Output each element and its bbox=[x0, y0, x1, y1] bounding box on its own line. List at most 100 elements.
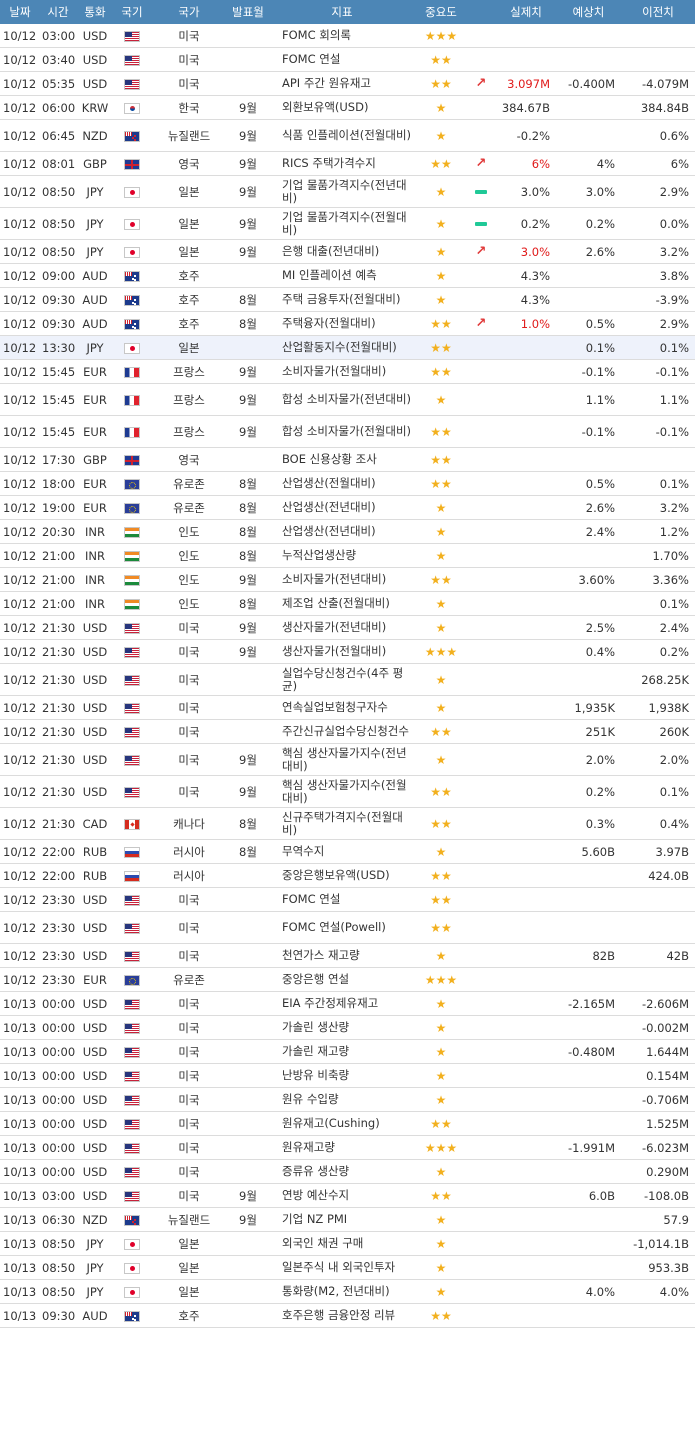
event-indicator[interactable]: 중앙은행보유액(USD) bbox=[268, 863, 416, 888]
event-indicator[interactable]: 기업 물품가격지수(전년대비) bbox=[268, 175, 416, 208]
event-indicator[interactable]: FOMC 연설 bbox=[268, 47, 416, 72]
event-indicator[interactable]: 산업활동지수(전월대비) bbox=[268, 335, 416, 360]
event-indicator[interactable]: 산업생산(전년대비) bbox=[268, 519, 416, 544]
table-row[interactable]: 10/12 06:45 NZD 뉴질랜드 9월 식품 인플레이션(전월대비) ★ -0.2% 0… bbox=[0, 119, 695, 152]
table-row[interactable]: 10/12 08:50 JPY 일본 9월 기업 물품가격지수(전년대비) ★ 3.0% 3.0… bbox=[0, 175, 695, 208]
event-indicator[interactable]: 원유재고량 bbox=[268, 1135, 416, 1160]
event-indicator[interactable]: 천연가스 재고량 bbox=[268, 943, 416, 968]
event-indicator[interactable]: 연속실업보험청구자수 bbox=[268, 695, 416, 720]
table-row[interactable]: 10/12 17:30 GBP 영국 BOE 신용상황 조사 ★★ bbox=[0, 447, 695, 472]
event-indicator[interactable]: 가솔린 생산량 bbox=[268, 1015, 416, 1040]
event-indicator[interactable]: 누적산업생산량 bbox=[268, 543, 416, 568]
table-row[interactable]: 10/12 15:45 EUR 프랑스 9월 합성 소비자물가(전월대비) ★★ -0.1% -… bbox=[0, 415, 695, 448]
event-indicator[interactable]: 연방 예산수지 bbox=[268, 1183, 416, 1208]
event-indicator[interactable]: 기업 물품가격지수(전월대비) bbox=[268, 207, 416, 240]
event-indicator[interactable]: 핵심 생산자물가지수(전월대비) bbox=[268, 775, 416, 808]
table-row[interactable]: 10/13 08:50 JPY 일본 외국인 채권 구매 ★ -1,014.1B bbox=[0, 1231, 695, 1256]
event-indicator[interactable]: RICS 주택가격수지 bbox=[268, 151, 416, 176]
event-indicator[interactable]: 생산자물가(전년대비) bbox=[268, 615, 416, 640]
header-actual[interactable]: 실제치 bbox=[496, 0, 556, 24]
table-row[interactable]: 10/13 03:00 USD 미국 9월 연방 예산수지 ★★ 6.0B -108.0B bbox=[0, 1183, 695, 1208]
table-row[interactable]: 10/12 23:30 USD 미국 천연가스 재고량 ★ 82B 42B bbox=[0, 943, 695, 968]
event-indicator[interactable]: API 주간 원유재고 bbox=[268, 71, 416, 96]
table-row[interactable]: 10/12 22:00 RUB 러시아 8월 무역수지 ★ 5.60B 3.97B bbox=[0, 839, 695, 864]
table-row[interactable]: 10/13 00:00 USD 미국 가솔린 재고량 ★ -0.480M 1.644M bbox=[0, 1039, 695, 1064]
event-indicator[interactable]: 난방유 비축량 bbox=[268, 1063, 416, 1088]
event-indicator[interactable]: 신규주택가격지수(전월대비) bbox=[268, 807, 416, 840]
table-row[interactable]: 10/12 08:01 GBP 영국 9월 RICS 주택가격수지 ★★ ↗ 6% 4% 6% bbox=[0, 151, 695, 176]
table-row[interactable]: 10/13 00:00 USD 미국 증류유 생산량 ★ 0.290M bbox=[0, 1159, 695, 1184]
table-row[interactable]: 10/12 21:30 USD 미국 9월 생산자물가(전월대비) ★★★ 0.4% 0.2% bbox=[0, 639, 695, 664]
table-row[interactable]: 10/12 09:30 AUD 호주 8월 주택 금융투자(전월대비) ★ 4.3% -3.9% bbox=[0, 287, 695, 312]
header-date[interactable]: 날짜 bbox=[0, 0, 40, 24]
event-indicator[interactable]: 외환보유액(USD) bbox=[268, 95, 416, 120]
table-row[interactable]: 10/12 19:00 EUR 유로존 8월 산업생산(전년대비) ★ 2.6% 3.2% bbox=[0, 495, 695, 520]
table-row[interactable]: 10/12 08:50 JPY 일본 9월 은행 대출(전년대비) ★ ↗ 3.0% 2.6% 3.… bbox=[0, 239, 695, 264]
event-indicator[interactable]: 증류유 생산량 bbox=[268, 1159, 416, 1184]
event-indicator[interactable]: 산업생산(전년대비) bbox=[268, 495, 416, 520]
table-row[interactable]: 10/12 21:00 INR 인도 8월 제조업 산출(전월대비) ★ 0.1% bbox=[0, 591, 695, 616]
event-indicator[interactable]: 소비자물가(전년대비) bbox=[268, 567, 416, 592]
event-indicator[interactable]: 제조업 산출(전월대비) bbox=[268, 591, 416, 616]
table-row[interactable]: 10/12 21:30 USD 미국 9월 핵심 생산자물가지수(전년대비) ★ 2.0% 2.… bbox=[0, 743, 695, 776]
event-indicator[interactable]: 합성 소비자물가(전년대비) bbox=[268, 383, 416, 416]
table-row[interactable]: 10/12 21:30 USD 미국 실업수당신청건수(4주 평균) ★ 268.25K bbox=[0, 663, 695, 696]
header-forecast[interactable]: 예상치 bbox=[556, 0, 621, 24]
event-indicator[interactable]: 중앙은행 연설 bbox=[268, 967, 416, 992]
header-country[interactable]: 국가 bbox=[150, 0, 228, 24]
table-row[interactable]: 10/12 23:30 USD 미국 FOMC 연설(Powell) ★★ bbox=[0, 911, 695, 944]
table-row[interactable]: 10/12 18:00 EUR 유로존 8월 산업생산(전월대비) ★★ 0.5% 0.1% bbox=[0, 471, 695, 496]
table-row[interactable]: 10/12 08:50 JPY 일본 9월 기업 물품가격지수(전월대비) ★ 0.2% 0.2… bbox=[0, 207, 695, 240]
table-row[interactable]: 10/12 21:30 USD 미국 연속실업보험청구자수 ★ 1,935K 1,938K bbox=[0, 695, 695, 720]
table-row[interactable]: 10/13 00:00 USD 미국 난방유 비축량 ★ 0.154M bbox=[0, 1063, 695, 1088]
table-row[interactable]: 10/12 22:00 RUB 러시아 중앙은행보유액(USD) ★★ 424.0B bbox=[0, 863, 695, 888]
event-indicator[interactable]: 소비자물가(전월대비) bbox=[268, 359, 416, 384]
event-indicator[interactable]: 핵심 생산자물가지수(전년대비) bbox=[268, 743, 416, 776]
table-row[interactable]: 10/12 21:30 USD 미국 9월 생산자물가(전년대비) ★ 2.5% 2.4% bbox=[0, 615, 695, 640]
header-previous[interactable]: 이전치 bbox=[621, 0, 695, 24]
table-row[interactable]: 10/12 06:00 KRW 한국 9월 외환보유액(USD) ★ 384.67B 384.8… bbox=[0, 95, 695, 120]
table-row[interactable]: 10/12 09:00 AUD 호주 MI 인플레이션 예측 ★ 4.3% 3.8% bbox=[0, 263, 695, 288]
event-indicator[interactable]: BOE 신용상황 조사 bbox=[268, 447, 416, 472]
table-row[interactable]: 10/12 21:30 CAD 캐나다 8월 신규주택가격지수(전월대비) ★★ 0.3% 0.… bbox=[0, 807, 695, 840]
table-row[interactable]: 10/12 03:40 USD 미국 FOMC 연설 ★★ bbox=[0, 47, 695, 72]
header-period[interactable]: 발표월 bbox=[228, 0, 268, 24]
event-indicator[interactable]: 은행 대출(전년대비) bbox=[268, 239, 416, 264]
event-indicator[interactable]: 합성 소비자물가(전월대비) bbox=[268, 415, 416, 448]
table-row[interactable]: 10/12 23:30 USD 미국 FOMC 연설 ★★ bbox=[0, 887, 695, 912]
table-row[interactable]: 10/13 00:00 USD 미국 원유 수입량 ★ -0.706M bbox=[0, 1087, 695, 1112]
event-indicator[interactable]: EIA 주간정제유재고 bbox=[268, 991, 416, 1016]
table-row[interactable]: 10/12 23:30 EUR 유로존 중앙은행 연설 ★★★ bbox=[0, 967, 695, 992]
table-row[interactable]: 10/12 20:30 INR 인도 8월 산업생산(전년대비) ★ 2.4% 1.2% bbox=[0, 519, 695, 544]
table-row[interactable]: 10/12 15:45 EUR 프랑스 9월 합성 소비자물가(전년대비) ★ 1.1% 1.1… bbox=[0, 383, 695, 416]
table-row[interactable]: 10/12 21:30 USD 미국 주간신규실업수당신청건수 ★★ 251K 260K bbox=[0, 719, 695, 744]
table-row[interactable]: 10/12 21:30 USD 미국 9월 핵심 생산자물가지수(전월대비) ★★ 0.2% 0… bbox=[0, 775, 695, 808]
event-indicator[interactable]: 생산자물가(전월대비) bbox=[268, 639, 416, 664]
event-indicator[interactable]: 기업 NZ PMI bbox=[268, 1207, 416, 1232]
event-indicator[interactable]: 실업수당신청건수(4주 평균) bbox=[268, 663, 416, 696]
event-indicator[interactable]: MI 인플레이션 예측 bbox=[268, 263, 416, 288]
event-indicator[interactable]: 통화량(M2, 전년대비) bbox=[268, 1279, 416, 1304]
event-indicator[interactable]: 일본주식 내 외국인투자 bbox=[268, 1255, 416, 1280]
event-indicator[interactable]: 주택 금융투자(전월대비) bbox=[268, 287, 416, 312]
header-importance[interactable]: 중요도 bbox=[416, 0, 466, 24]
event-indicator[interactable]: FOMC 회의록 bbox=[268, 24, 416, 48]
table-row[interactable]: 10/13 00:00 USD 미국 원유재고량 ★★★ -1.991M -6.023M bbox=[0, 1135, 695, 1160]
event-indicator[interactable]: 가솔린 재고량 bbox=[268, 1039, 416, 1064]
event-indicator[interactable]: 원유재고(Cushing) bbox=[268, 1111, 416, 1136]
event-indicator[interactable]: 호주은행 금융안정 리뷰 bbox=[268, 1303, 416, 1328]
table-row[interactable]: 10/12 03:00 USD 미국 FOMC 회의록 ★★★ bbox=[0, 24, 695, 48]
table-row[interactable]: 10/12 09:30 AUD 호주 8월 주택융자(전월대비) ★★ ↗ 1.0% 0.5% 2.… bbox=[0, 311, 695, 336]
table-row[interactable]: 10/13 08:50 JPY 일본 일본주식 내 외국인투자 ★ 953.3B bbox=[0, 1255, 695, 1280]
header-currency[interactable]: 통화 bbox=[76, 0, 114, 24]
header-flag[interactable]: 국기 bbox=[114, 0, 150, 24]
event-indicator[interactable]: 주간신규실업수당신청건수 bbox=[268, 719, 416, 744]
table-row[interactable]: 10/13 06:30 NZD 뉴질랜드 9월 기업 NZ PMI ★ 57.9 bbox=[0, 1207, 695, 1232]
event-indicator[interactable]: 무역수지 bbox=[268, 839, 416, 864]
table-row[interactable]: 10/13 00:00 USD 미국 가솔린 생산량 ★ -0.002M bbox=[0, 1015, 695, 1040]
table-row[interactable]: 10/13 09:30 AUD 호주 호주은행 금융안정 리뷰 ★★ bbox=[0, 1303, 695, 1328]
table-row[interactable]: 10/12 21:00 INR 인도 8월 누적산업생산량 ★ 1.70% bbox=[0, 543, 695, 568]
table-row[interactable]: 10/12 21:00 INR 인도 9월 소비자물가(전년대비) ★★ 3.60% 3.36% bbox=[0, 567, 695, 592]
table-row[interactable]: 10/12 05:35 USD 미국 API 주간 원유재고 ★★ ↗ 3.097M -0.40… bbox=[0, 71, 695, 96]
event-indicator[interactable]: 산업생산(전월대비) bbox=[268, 471, 416, 496]
